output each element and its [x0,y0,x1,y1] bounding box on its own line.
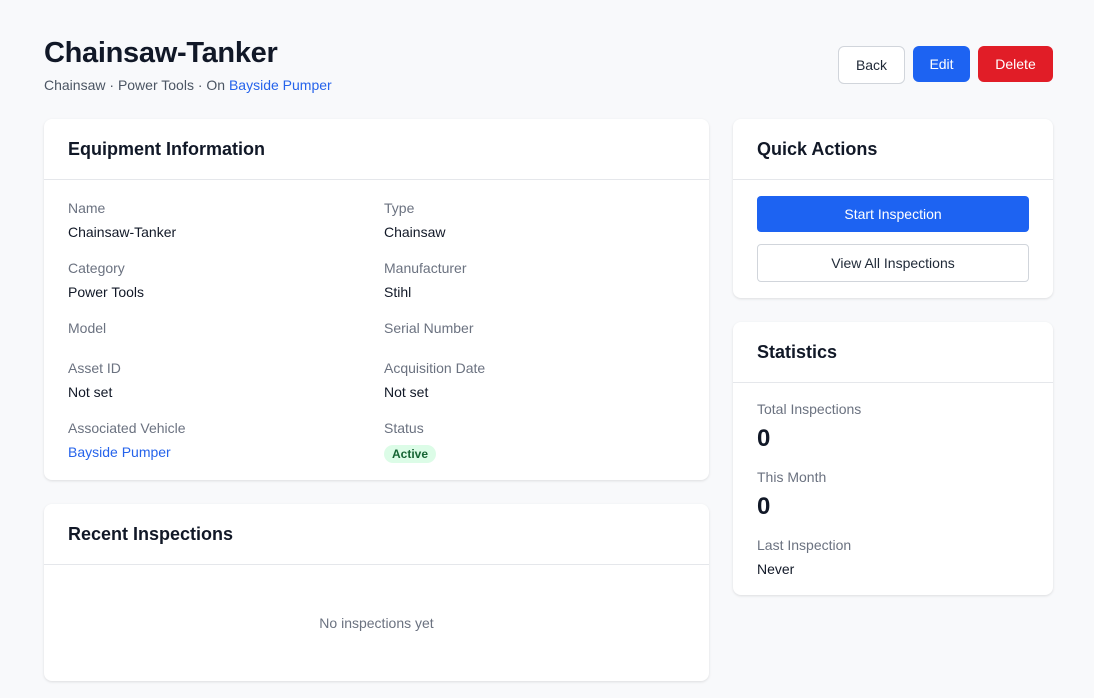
left-column: Equipment Information Name Chainsaw-Tank… [44,119,709,681]
empty-state-text: No inspections yet [319,615,434,631]
this-month-label: This Month [757,469,827,485]
equipment-detail-page: Chainsaw-Tanker Chainsaw · Power Tools ·… [0,0,1094,698]
field-asset-id: Asset ID Not set [68,359,368,401]
field-label: Associated Vehicle [68,420,186,436]
breadcrumb-type: Chainsaw [44,77,106,93]
equipment-information-title: Equipment Information [68,138,265,159]
equipment-information-card: Equipment Information Name Chainsaw-Tank… [44,119,709,480]
total-inspections-value: 0 [757,425,771,452]
field-label: Acquisition Date [384,360,486,376]
start-inspection-button[interactable]: Start Inspection [757,196,1029,232]
field-manufacturer: Manufacturer Stihl [384,259,684,301]
statistics-card: Statistics Total Inspections 0 This Mont… [733,322,1053,595]
edit-button[interactable]: Edit [913,46,970,82]
field-serial-number: Serial Number [384,319,684,343]
field-category: Category Power Tools [68,259,368,301]
breadcrumb: Chainsaw · Power Tools · On Bayside Pump… [44,77,332,93]
recent-inspections-title: Recent Inspections [68,523,234,544]
this-month-value: 0 [757,493,771,520]
view-all-inspections-button[interactable]: View All Inspections [757,244,1029,282]
field-label: Type [384,200,415,216]
field-label: Asset ID [68,360,121,376]
field-label: Model [68,320,107,336]
recent-inspections-card: Recent Inspections No inspections yet [44,504,709,681]
field-label: Category [68,260,125,276]
quick-actions-card: Quick Actions Start Inspection View All … [733,119,1053,298]
breadcrumb-separator-on: · On [193,77,229,93]
page-title: Chainsaw-Tanker [44,37,278,69]
field-value: Not set [384,384,429,400]
field-type: Type Chainsaw [384,199,684,241]
card-header: Statistics [733,322,1053,383]
breadcrumb-category: Power Tools [117,77,194,93]
right-column: Quick Actions Start Inspection View All … [733,119,1053,595]
total-inspections-label: Total Inspections [757,401,862,417]
quick-actions-body: Start Inspection View All Inspections [733,180,1053,282]
field-value: Chainsaw [384,224,446,240]
field-name: Name Chainsaw-Tanker [68,199,368,241]
associated-vehicle-link[interactable]: Bayside Pumper [68,443,368,461]
field-value: Stihl [384,284,412,300]
field-label: Name [68,200,106,216]
field-label: Manufacturer [384,260,467,276]
card-header: Quick Actions [733,119,1053,180]
quick-actions-title: Quick Actions [757,138,878,159]
field-value: Not set [68,384,113,400]
last-inspection-label: Last Inspection [757,537,852,553]
card-header: Equipment Information [44,119,709,180]
field-associated-vehicle: Associated Vehicle Bayside Pumper [68,419,368,461]
card-header: Recent Inspections [44,504,709,565]
field-status: Status Active [384,419,684,463]
field-value: Power Tools [68,284,145,300]
field-label: Status [384,420,424,436]
back-button[interactable]: Back [838,46,905,84]
field-model: Model [68,319,368,343]
last-inspection-value: Never [757,561,795,577]
breadcrumb-vehicle-link[interactable]: Bayside Pumper [229,77,332,93]
delete-button[interactable]: Delete [978,46,1053,82]
breadcrumb-separator: · [105,77,118,93]
status-badge: Active [384,445,437,463]
field-label: Serial Number [384,320,474,336]
header-actions: Back Edit Delete [838,46,1053,84]
page-header: Chainsaw-Tanker Chainsaw · Power Tools ·… [44,0,1053,119]
statistics-title: Statistics [757,341,838,362]
field-acquisition-date: Acquisition Date Not set [384,359,684,401]
field-value: Chainsaw-Tanker [68,224,177,240]
